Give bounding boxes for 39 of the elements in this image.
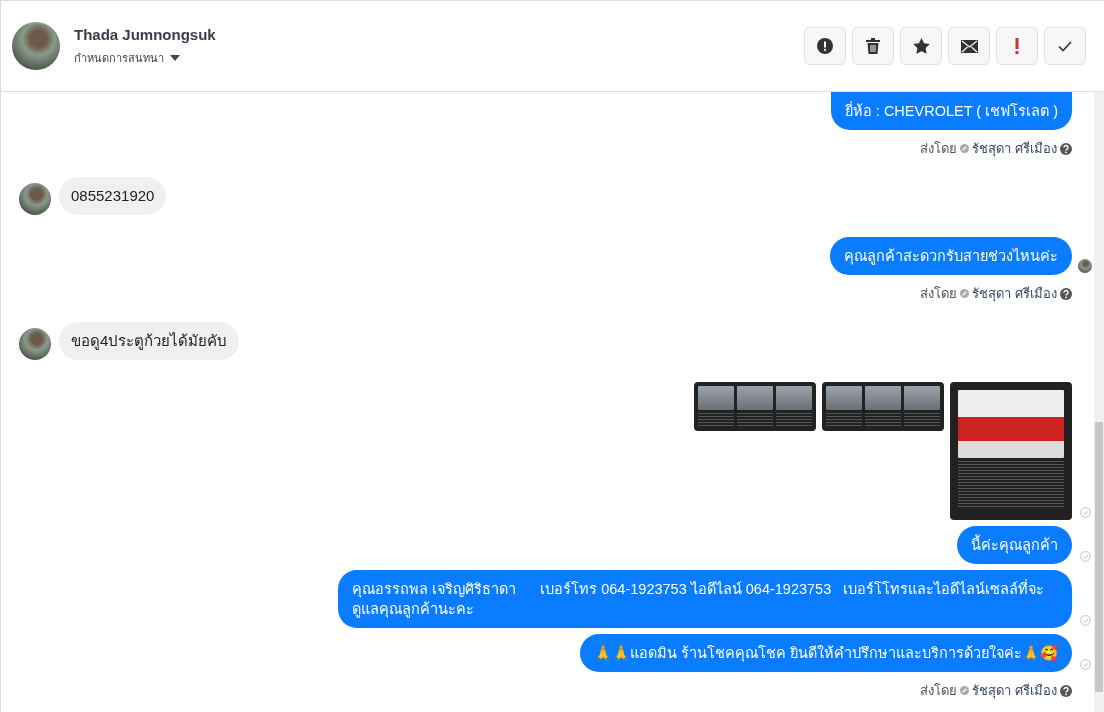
sent-message: คุณอรรถพล เจริญศิริธาดา เบอร์โทร 064-1923753 ไอดีไลน์ 064-1923753 เบอร์โโทรและไอดีไลน์เซลล์ที่จะดูแลคุณลูกค้านะคะ	[338, 570, 1072, 628]
received-message: 0855231920	[59, 177, 167, 215]
pencil-icon	[960, 289, 970, 298]
sent-message: ยี่ห้อ : CHEVROLET ( เชฟโรเลต )	[830, 92, 1072, 130]
sent-by-label: ส่งโดย	[920, 285, 958, 303]
sent-message: คุณลูกค้าสะดวกรับสายช่วงไหนค่ะ	[830, 237, 1072, 275]
report-button[interactable]	[804, 27, 846, 65]
mail-button[interactable]	[948, 27, 990, 65]
sent-by-label: ส่งโดย	[920, 140, 958, 158]
sender-link[interactable]: รัชสุดา ศรีเมือง	[972, 680, 1057, 701]
image-collage[interactable]	[694, 382, 816, 431]
pencil-icon	[960, 686, 970, 695]
image-collage[interactable]	[822, 382, 944, 431]
help-icon[interactable]	[1060, 287, 1072, 300]
sender-avatar	[19, 183, 51, 215]
sent-message: นี้ค่ะคุณลูกค้า	[957, 526, 1072, 564]
contact-name: Thada Jumnongsuk	[74, 25, 217, 43]
sent-message: 🙏🙏แอดมิน ร้านโชคคุณโชค ยินดีให้คำปรึกษาและบริการด้วยใจค่ะ🙏🥰	[579, 634, 1072, 672]
help-icon[interactable]	[1060, 142, 1072, 155]
checkmark-icon	[1058, 40, 1072, 52]
contact-avatar	[12, 22, 60, 70]
mail-icon	[960, 39, 978, 53]
exclamation-icon	[1015, 38, 1019, 54]
star-button[interactable]	[900, 27, 942, 65]
pencil-icon	[960, 144, 970, 153]
sender-avatar	[19, 328, 51, 360]
sender-link[interactable]: รัชสุดา ศรีเมือง	[972, 138, 1057, 159]
sent-by-label: ส่งโดย	[920, 682, 958, 700]
sender-link[interactable]: รัชสุดา ศรีเมือง	[972, 283, 1057, 304]
help-icon[interactable]	[1060, 684, 1072, 697]
alert-icon	[817, 38, 833, 54]
star-icon	[912, 38, 930, 54]
scrollbar[interactable]	[1094, 92, 1104, 712]
trash-icon	[866, 38, 880, 54]
delete-button[interactable]	[852, 27, 894, 65]
caret-icon	[170, 54, 180, 61]
conversation-menu[interactable]: กำหนดการสนทนา	[74, 48, 790, 67]
received-message: ขอดู4ประตูก้วยได้มัยคับ	[59, 322, 240, 360]
car-listing-image[interactable]	[950, 382, 1072, 520]
